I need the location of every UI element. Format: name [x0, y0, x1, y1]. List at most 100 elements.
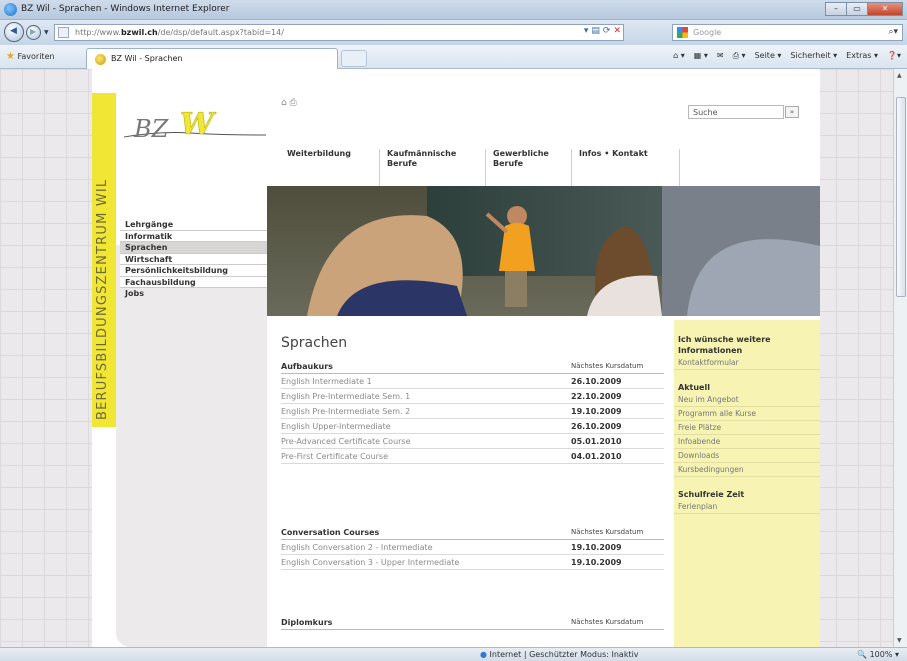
- left-nav-item-active[interactable]: Sprachen: [120, 242, 267, 254]
- scroll-down-icon[interactable]: ▼: [897, 637, 902, 644]
- help-icon[interactable]: ❓▾: [887, 51, 901, 61]
- section-title: Conversation Courses: [281, 528, 380, 537]
- main-nav-item[interactable]: Gewerbliche Berufe: [493, 149, 557, 177]
- zoom-level[interactable]: 🔍 100% ▾: [857, 650, 899, 659]
- favorites-button[interactable]: ★ Favoriten: [6, 51, 55, 62]
- close-button[interactable]: ✕: [867, 2, 903, 16]
- home-icon[interactable]: ⌂ ▾: [673, 51, 685, 61]
- site-search-value[interactable]: Suche: [693, 108, 718, 117]
- course-date: 19.10.2009: [571, 543, 622, 552]
- refresh-icon[interactable]: ⟳: [603, 26, 611, 36]
- history-dropdown-icon[interactable]: ▼: [44, 29, 49, 36]
- course-table: Diplomkurs Nächstes Kursdatum: [281, 616, 664, 630]
- nav-separator: [379, 149, 380, 187]
- search-box[interactable]: Google ⌕▾: [672, 24, 903, 41]
- address-dropdown-icon[interactable]: ▾: [584, 26, 589, 36]
- table-row[interactable]: English Intermediate 1 26.10.2009: [281, 374, 664, 389]
- course-name[interactable]: English Intermediate 1: [281, 377, 372, 386]
- security-zone[interactable]: ● Internet | Geschützter Modus: Inaktiv: [480, 650, 639, 659]
- left-nav-item[interactable]: Fachausbildung: [120, 276, 267, 288]
- main-navigation: Weiterbildung Kaufmännische Berufe Gewer…: [281, 149, 681, 189]
- table-row[interactable]: English Pre-Intermediate Sem. 1 22.10.200…: [281, 389, 664, 404]
- left-nav-background: [116, 245, 267, 647]
- feeds-icon[interactable]: ▦ ▾: [694, 51, 708, 61]
- table-row[interactable]: English Conversation 3 - Upper Intermedi…: [281, 555, 664, 570]
- course-name[interactable]: English Conversation 2 - Intermediate: [281, 543, 433, 552]
- main-nav-item[interactable]: Weiterbildung: [287, 149, 367, 177]
- tab-title: BZ Wil - Sprachen: [111, 54, 183, 63]
- sidebar-link[interactable]: Kursbedingungen: [674, 463, 820, 477]
- left-nav-item[interactable]: Persönlichkeitsbildung: [120, 265, 267, 277]
- compatibility-icon[interactable]: ▤: [591, 26, 600, 36]
- left-nav-item[interactable]: Jobs: [120, 288, 267, 300]
- course-name[interactable]: English Upper-Intermediate: [281, 422, 391, 431]
- left-nav-item[interactable]: Informatik: [120, 230, 267, 242]
- classroom-photo: [267, 186, 820, 316]
- table-row[interactable]: Pre-Advanced Certificate Course 05.01.201…: [281, 434, 664, 449]
- table-row[interactable]: English Conversation 2 - Intermediate 19.…: [281, 540, 664, 555]
- course-date: 22.10.2009: [571, 392, 622, 401]
- minimize-button[interactable]: –: [825, 2, 847, 16]
- sidebar-link[interactable]: Programm alle Kurse: [674, 407, 820, 421]
- course-name[interactable]: Pre-Advanced Certificate Course: [281, 437, 411, 446]
- search-placeholder[interactable]: Google: [693, 28, 721, 37]
- info-sidebar: Ich wünsche weitere Informationen Kontak…: [674, 320, 820, 647]
- sidebar-link[interactable]: Downloads: [674, 449, 820, 463]
- left-nav-item[interactable]: Lehrgänge: [120, 219, 267, 231]
- left-nav-item[interactable]: Wirtschaft: [120, 253, 267, 265]
- new-tab-button[interactable]: [341, 50, 367, 67]
- window-controls: – ▭ ✕: [825, 2, 903, 16]
- page-menu[interactable]: Seite ▾: [755, 51, 782, 61]
- site-search-button[interactable]: »: [785, 106, 799, 118]
- course-name[interactable]: English Pre-Intermediate Sem. 2: [281, 407, 410, 416]
- content-area: Sprachen Aufbaukurs Nächstes Kursdatum E…: [267, 316, 820, 647]
- scroll-thumb[interactable]: [896, 97, 906, 297]
- forward-button[interactable]: [26, 25, 41, 40]
- course-date: 04.01.2010: [571, 452, 622, 461]
- home-icon[interactable]: ⌂: [281, 98, 287, 108]
- favorites-star-icon: ★: [6, 51, 15, 62]
- site-search-input[interactable]: Suche: [688, 105, 784, 119]
- hero-image: [267, 186, 820, 316]
- course-date: 26.10.2009: [571, 377, 622, 386]
- google-icon: [677, 27, 688, 38]
- sidebar-link[interactable]: Infoabende: [674, 435, 820, 449]
- section-title: Aufbaukurs: [281, 362, 333, 371]
- globe-icon: ●: [480, 650, 487, 659]
- bzw-logo[interactable]: BZ W: [120, 103, 270, 153]
- maximize-button[interactable]: ▭: [846, 2, 868, 16]
- sidebar-link[interactable]: Ferienplan: [674, 500, 820, 514]
- print-icon[interactable]: ⎙ ▾: [733, 51, 746, 61]
- scroll-up-icon[interactable]: ▲: [897, 72, 902, 79]
- page-icon: [58, 27, 69, 38]
- sidebar-link[interactable]: Freie Plätze: [674, 421, 820, 435]
- stop-icon[interactable]: ✕: [613, 26, 621, 36]
- address-url[interactable]: http://www.bzwil.ch/de/dsp/default.aspx?…: [75, 28, 284, 37]
- navigation-bar: ▼ http://www.bzwil.ch/de/dsp/default.asp…: [0, 20, 907, 45]
- address-bar[interactable]: http://www.bzwil.ch/de/dsp/default.aspx?…: [54, 24, 624, 41]
- table-row[interactable]: Pre-First Certificate Course 04.01.2010: [281, 449, 664, 464]
- main-nav-item[interactable]: Kaufmännische Berufe: [387, 149, 467, 177]
- print-icon[interactable]: ⎙: [290, 98, 297, 108]
- sidebar-link[interactable]: Kontaktformular: [674, 356, 820, 370]
- safety-menu[interactable]: Sicherheit ▾: [790, 51, 837, 61]
- course-date: 19.10.2009: [571, 407, 622, 416]
- course-table: Conversation Courses Nächstes Kursdatum …: [281, 526, 664, 570]
- course-name[interactable]: Pre-First Certificate Course: [281, 452, 388, 461]
- left-navigation: Lehrgänge Informatik Sprachen Wirtschaft…: [120, 219, 267, 300]
- vertical-scrollbar[interactable]: ▲ ▼: [893, 69, 907, 647]
- course-name[interactable]: English Pre-Intermediate Sem. 1: [281, 392, 410, 401]
- table-row[interactable]: English Pre-Intermediate Sem. 2 19.10.200…: [281, 404, 664, 419]
- browser-tab[interactable]: BZ Wil - Sprachen: [86, 48, 338, 69]
- search-icon[interactable]: ⌕▾: [888, 27, 898, 37]
- mail-icon[interactable]: ✉: [717, 51, 724, 61]
- back-button[interactable]: [4, 22, 24, 42]
- table-row[interactable]: English Upper-Intermediate 26.10.2009: [281, 419, 664, 434]
- nav-separator: [679, 149, 680, 187]
- course-date: 26.10.2009: [571, 422, 622, 431]
- status-bar: ● Internet | Geschützter Modus: Inaktiv …: [0, 647, 907, 661]
- tools-menu[interactable]: Extras ▾: [846, 51, 878, 61]
- main-nav-item[interactable]: Infos • Kontakt: [579, 149, 679, 177]
- sidebar-link[interactable]: Neu im Angebot: [674, 393, 820, 407]
- course-name[interactable]: English Conversation 3 - Upper Intermedi…: [281, 558, 459, 567]
